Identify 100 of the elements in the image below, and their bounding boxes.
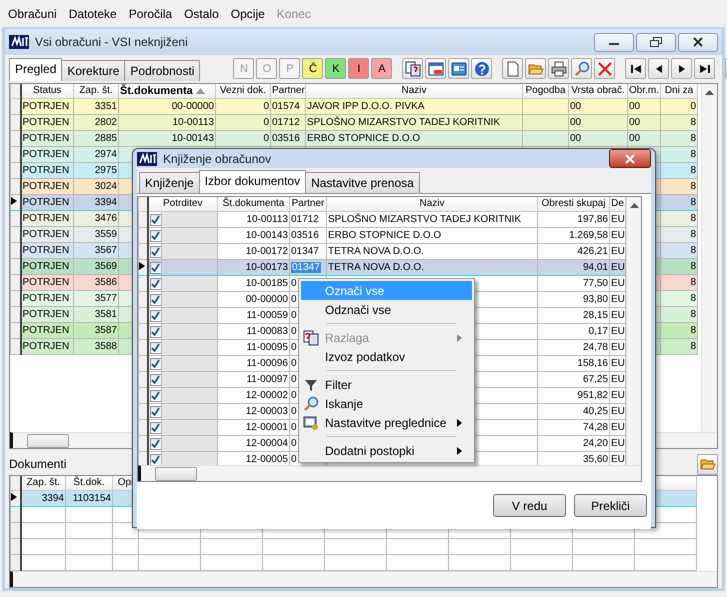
- checkbox[interactable]: [150, 214, 162, 226]
- copy-question-icon[interactable]: [402, 58, 424, 79]
- checkbox[interactable]: [150, 454, 162, 465]
- close-button[interactable]: [609, 149, 651, 168]
- next-record-icon[interactable]: [671, 58, 692, 79]
- checkbox[interactable]: [150, 326, 162, 338]
- menu-item[interactable]: Obračuni: [2, 6, 63, 20]
- table-cell: 0: [263, 101, 269, 112]
- menu-item[interactable]: Datoteke: [62, 6, 123, 20]
- table-cell: 3581: [94, 309, 117, 320]
- checkbox[interactable]: [150, 374, 162, 386]
- new-document-icon[interactable]: [502, 58, 524, 79]
- menu-item[interactable]: Poročila: [122, 6, 178, 20]
- table-cell: 8: [690, 293, 696, 304]
- table-cell: 67,25: [582, 374, 608, 385]
- column-header[interactable]: Naziv: [306, 84, 522, 98]
- checkbox[interactable]: [150, 230, 162, 242]
- column-header[interactable]: Obr.m.: [628, 84, 660, 98]
- cancel-button[interactable]: Prekliči: [574, 494, 647, 517]
- checkbox[interactable]: [150, 438, 162, 450]
- checkbox[interactable]: [150, 422, 162, 434]
- filter-button[interactable]: Č: [302, 58, 324, 79]
- column-header[interactable]: Zap. št.: [74, 84, 118, 98]
- column-header[interactable]: Partner: [290, 197, 326, 212]
- close-button[interactable]: [678, 32, 718, 52]
- folder-icon[interactable]: [525, 58, 546, 79]
- menu-item[interactable]: Nastavitve preglednice: [301, 413, 472, 432]
- table-cell: 0: [291, 294, 297, 305]
- minimize-button[interactable]: [594, 32, 634, 52]
- previous-record-icon[interactable]: [648, 58, 670, 79]
- table-cell: 8: [690, 213, 696, 224]
- column-header[interactable]: Št.dokumenta: [218, 197, 290, 212]
- help-icon: [303, 330, 319, 346]
- menu-item[interactable]: Izvoz podatkov: [301, 347, 472, 366]
- menu-item[interactable]: Dodatni postopki: [301, 441, 472, 460]
- app-logo-icon: [137, 152, 157, 166]
- column-header[interactable]: Partner: [270, 84, 306, 98]
- table-cell: POTRJEN: [22, 133, 70, 144]
- table-cell: 3588: [94, 341, 117, 352]
- submenu-arrow-icon: [457, 418, 462, 426]
- tab[interactable]: Korekture: [61, 60, 126, 81]
- search-icon[interactable]: [571, 58, 592, 79]
- checkbox[interactable]: [150, 278, 162, 290]
- first-record-icon[interactable]: [625, 58, 646, 79]
- table-cell: EU: [611, 374, 624, 385]
- window-list-icon[interactable]: [425, 58, 446, 79]
- submenu-arrow-icon: [457, 446, 462, 454]
- column-header[interactable]: Vrsta obrač.: [568, 84, 628, 98]
- dialog-title: Knjiženje obračunov: [163, 152, 272, 166]
- printer-icon[interactable]: [548, 58, 570, 79]
- horizontal-scrollbar[interactable]: [138, 465, 641, 481]
- column-header[interactable]: Naziv: [326, 197, 538, 212]
- checkbox[interactable]: [150, 406, 162, 418]
- menu-item[interactable]: Iskanje: [301, 394, 472, 413]
- tab[interactable]: Knjiženje: [139, 172, 200, 193]
- help-icon[interactable]: [471, 58, 492, 79]
- checkbox[interactable]: [150, 310, 162, 322]
- filter-button[interactable]: I: [348, 58, 370, 79]
- column-header[interactable]: Dni za: [660, 84, 698, 98]
- horizontal-scrollbar[interactable]: [10, 571, 717, 587]
- menu-item[interactable]: Odznači vse: [301, 300, 472, 319]
- filter-button[interactable]: K: [325, 58, 346, 79]
- column-header[interactable]: Potrditev: [148, 197, 218, 212]
- column-header[interactable]: Št.dok.: [66, 476, 112, 490]
- menu-item[interactable]: Ostalo: [178, 6, 225, 20]
- delete-icon[interactable]: [594, 58, 616, 79]
- table-cell: 8: [690, 325, 696, 336]
- table-cell: 11-00097: [246, 374, 288, 385]
- tab[interactable]: Podrobnosti: [124, 60, 200, 81]
- column-header[interactable]: De: [610, 197, 626, 212]
- menu-item[interactable]: Filter: [301, 375, 472, 394]
- checkbox[interactable]: [150, 294, 162, 306]
- column-header[interactable]: Vezni dok.: [216, 84, 270, 98]
- table-cell: POTRJEN: [22, 341, 70, 352]
- column-header[interactable]: Status: [20, 84, 74, 98]
- column-header[interactable]: Zap. št.: [20, 476, 66, 490]
- menu-item[interactable]: Opcije: [224, 6, 271, 20]
- checkbox[interactable]: [150, 246, 162, 258]
- table-cell: 00: [629, 117, 640, 128]
- checkbox[interactable]: [150, 342, 162, 354]
- restore-button[interactable]: [636, 32, 676, 52]
- table-cell: 8: [690, 117, 696, 128]
- table-cell: 2974: [94, 149, 117, 160]
- card-icon[interactable]: [448, 58, 470, 79]
- checkbox[interactable]: [150, 390, 162, 402]
- column-header[interactable]: Obresti skupaj: [538, 197, 610, 212]
- tab[interactable]: Pregled: [9, 58, 62, 81]
- table-cell: 0,17: [588, 326, 608, 337]
- column-header[interactable]: Št.dokumenta: [118, 84, 216, 98]
- filter-button[interactable]: A: [371, 58, 392, 79]
- checkbox[interactable]: [150, 358, 162, 370]
- checkbox[interactable]: [150, 262, 162, 274]
- folder-icon[interactable]: [697, 454, 718, 474]
- tab[interactable]: Izbor dokumentov: [198, 170, 306, 193]
- vertical-scrollbar[interactable]: [626, 197, 641, 465]
- tab[interactable]: Nastavitve prenosa: [305, 172, 420, 193]
- last-record-icon[interactable]: [694, 58, 716, 79]
- ok-button[interactable]: V redu: [493, 494, 566, 517]
- column-header[interactable]: Pogodba: [522, 84, 568, 98]
- vertical-scrollbar[interactable]: [701, 84, 717, 432]
